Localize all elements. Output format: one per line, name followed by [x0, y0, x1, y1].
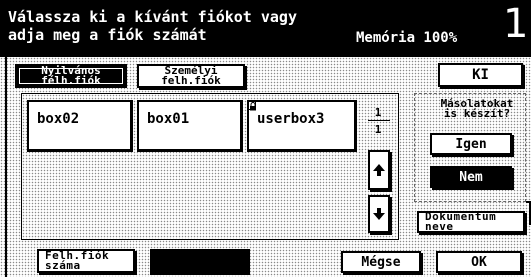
box-button-box02[interactable]: box02	[27, 100, 133, 152]
scroll-up-button[interactable]	[368, 150, 390, 190]
document-name-label-2: neve	[425, 220, 454, 233]
page-divider	[368, 120, 390, 121]
screen-number: 1	[503, 1, 529, 47]
arrow-up-icon	[373, 164, 385, 176]
ok-button[interactable]: OK	[436, 251, 522, 273]
box-name: userbox3	[257, 111, 325, 127]
tab-public-label-2: félh.fiók	[41, 74, 101, 87]
tab-personal-account[interactable]: Személyi felh.fiók	[137, 64, 245, 88]
header-bar: Válassza ki a kívánt fiókot vagy adja me…	[0, 0, 531, 57]
tab-public-account[interactable]: Nyilvános félh.fiók	[15, 64, 127, 88]
lock-icon	[248, 101, 256, 111]
tab-personal-label-2: felh.fiók	[161, 74, 221, 87]
copy-yes-label: Igen	[455, 136, 487, 152]
exit-button-label: KI	[472, 67, 489, 83]
arrow-down-icon	[373, 208, 385, 220]
document-name-button[interactable]: Dokumentum neve	[417, 211, 525, 233]
cancel-button-label: Mégse	[361, 254, 401, 270]
account-number-button[interactable]: Felh.fiók száma	[37, 249, 135, 273]
scroll-down-button[interactable]	[368, 195, 390, 233]
box-name: box02	[37, 111, 80, 127]
copy-no-button[interactable]: Nem	[430, 166, 512, 188]
instruction-line-2: adja meg a fiók számát	[8, 26, 207, 44]
account-number-label-2: száma	[45, 259, 81, 272]
page-current: 1	[374, 106, 382, 119]
left-border	[5, 57, 7, 277]
page-total: 1	[374, 123, 382, 136]
copy-no-label: Nem	[459, 169, 483, 185]
ok-button-label: OK	[471, 254, 487, 270]
exit-button[interactable]: KI	[438, 63, 523, 87]
box-name: box01	[147, 111, 190, 127]
account-number-display	[150, 249, 250, 275]
copy-question-line-2: is készít?	[443, 107, 511, 120]
divider-corner	[526, 201, 531, 225]
box-button-userbox3[interactable]: userbox3	[247, 100, 357, 152]
instruction-line-1: Válassza ki a kívánt fiókot vagy	[8, 8, 297, 26]
copy-question-label: Másolatokat is készít?	[430, 98, 524, 120]
copy-yes-button[interactable]: Igen	[430, 133, 512, 155]
cancel-button[interactable]: Mégse	[341, 251, 421, 273]
box-button-box01[interactable]: box01	[137, 100, 243, 152]
memory-status: Memória 100%	[356, 30, 458, 46]
